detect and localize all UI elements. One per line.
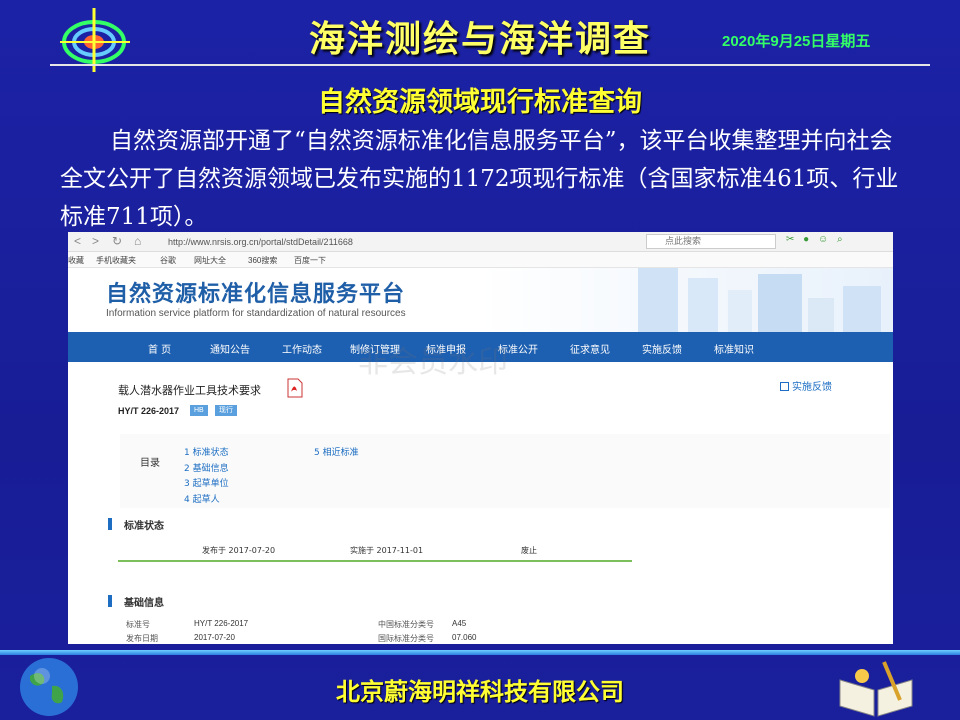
nav-item-feedback[interactable]: 实施反馈: [642, 341, 682, 356]
toc-item-basic[interactable]: 2 基础信息: [184, 461, 229, 474]
toc-item-related[interactable]: 5 相近标准: [314, 445, 359, 458]
standard-title: 载人潜水器作业工具技术要求: [118, 384, 261, 397]
nav-item-knowledge[interactable]: 标准知识: [714, 341, 754, 356]
header-date: 2020年9月25日星期五: [722, 33, 871, 50]
nav-item-news[interactable]: 工作动态: [282, 341, 322, 356]
basic-section-title: 基础信息: [124, 598, 164, 609]
website-screenshot: < > ↻ ⌂ http://www.nrsis.org.cn/portal/s…: [68, 232, 893, 644]
body-paragraph: 自然资源部开通了“自然资源标准化信息服务平台”，该平台收集整理并向社会全文公开了…: [60, 128, 899, 230]
target-logo-icon: [60, 8, 130, 72]
info-label: 国际标准分类号: [378, 634, 434, 643]
bookmark-item[interactable]: 360搜索: [248, 255, 277, 266]
feedback-label: 实施反馈: [792, 382, 832, 393]
city-skyline-illustration: [638, 268, 881, 332]
bookmark-item[interactable]: 网址大全: [194, 255, 226, 266]
category-badge: HB: [190, 405, 208, 416]
bookmark-item[interactable]: 手机收藏夹: [96, 255, 136, 266]
browser-extension-icons[interactable]: ✂ ● ☺ ⌕: [786, 234, 846, 245]
address-bar[interactable]: http://www.nrsis.org.cn/portal/stdDetail…: [168, 235, 588, 249]
site-subtitle: Information service platform for standar…: [106, 308, 406, 319]
watermark-text: 非会员水印: [358, 345, 508, 380]
feedback-icon: [780, 382, 789, 391]
info-label: 中国标准分类号: [378, 620, 434, 629]
back-icon[interactable]: <: [74, 234, 81, 248]
bookmark-item[interactable]: 百度一下: [294, 255, 326, 266]
site-banner: 自然资源标准化信息服务平台 Information service platfo…: [68, 268, 893, 332]
info-value: A45: [452, 619, 467, 628]
status-section-title: 标准状态: [124, 521, 164, 532]
published-date: 发布于 2017-07-20: [202, 546, 276, 555]
browser-toolbar: < > ↻ ⌂ http://www.nrsis.org.cn/portal/s…: [68, 232, 893, 252]
section-marker: [108, 518, 112, 530]
toc-item-drafter-unit[interactable]: 3 起草单位: [184, 476, 229, 489]
home-icon[interactable]: ⌂: [134, 234, 141, 248]
info-label: 标准号: [126, 620, 150, 629]
info-value: HY/T 226-2017: [194, 619, 249, 628]
pdf-download-icon[interactable]: [286, 378, 304, 398]
reload-icon[interactable]: ↻: [112, 234, 122, 248]
header-divider: [50, 64, 930, 66]
feedback-link[interactable]: 实施反馈: [780, 378, 832, 393]
open-book-icon: [839, 661, 913, 717]
implemented-date: 实施于 2017-11-01: [350, 546, 424, 555]
toc-label: 目录: [140, 458, 160, 469]
status-badge: 现行: [215, 405, 237, 416]
nav-item-notices[interactable]: 通知公告: [210, 341, 250, 356]
info-value: 2017-07-20: [194, 633, 235, 642]
abolished-label: 废止: [521, 546, 537, 555]
footer-divider: [0, 650, 960, 655]
bookmark-item[interactable]: 谷歌: [160, 255, 176, 266]
status-timeline: [118, 560, 632, 562]
browser-search-input[interactable]: 点此搜索: [646, 234, 776, 249]
toc-item-drafter[interactable]: 4 起草人: [184, 492, 220, 505]
forward-icon[interactable]: >: [92, 234, 99, 248]
toc-item-status[interactable]: 1 标准状态: [184, 445, 229, 458]
standard-code: HY/T 226-2017: [118, 406, 180, 416]
site-title: 自然资源标准化信息服务平台: [106, 282, 406, 307]
company-name: 北京蔚海明祥科技有限公司: [336, 677, 624, 706]
table-of-contents: [120, 434, 890, 508]
info-label: 发布日期: [126, 634, 158, 643]
bookmark-item[interactable]: 收藏: [68, 255, 84, 266]
bookmarks-bar: 收藏 手机收藏夹 谷歌 网址大全 360搜索 百度一下: [68, 252, 893, 268]
section-marker: [108, 595, 112, 607]
nav-item-comments[interactable]: 征求意见: [570, 341, 610, 356]
info-value: 07.060: [452, 633, 477, 642]
nav-item-home[interactable]: 首 页: [148, 341, 171, 356]
section-subtitle: 自然资源领域现行标准查询: [318, 87, 642, 118]
slide-title: 海洋测绘与海洋调查: [308, 18, 651, 60]
